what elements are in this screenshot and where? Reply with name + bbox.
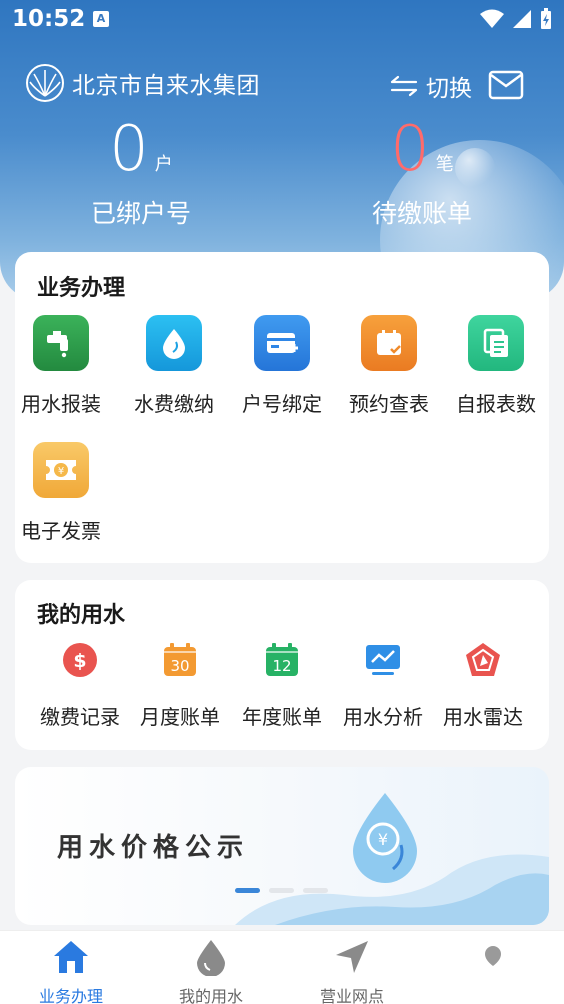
dollar-circle-icon: $	[60, 640, 100, 680]
my-water-title: 我的用水	[37, 603, 126, 628]
my-water-label: 月度账单	[140, 705, 220, 729]
switch-account-button[interactable]: 切换	[390, 69, 472, 103]
water-payment-records[interactable]: $ 缴费记录	[30, 640, 130, 730]
calendar-12-icon: 12	[262, 640, 302, 680]
pending-bills-count: 0	[390, 112, 430, 185]
service-label: 户号绑定	[242, 392, 322, 416]
notification-a-icon: A	[93, 11, 109, 27]
calendar-check-icon	[361, 315, 417, 371]
bound-accounts-count: 0	[109, 112, 149, 185]
tab-my-water[interactable]: 我的用水	[161, 937, 261, 1004]
status-time: 10:52	[12, 6, 86, 32]
monitor-chart-icon	[363, 640, 403, 680]
tab-label: 我的用水	[178, 987, 243, 1004]
service-label: 自报表数	[456, 392, 536, 416]
org-header: 北京市自来水集团	[26, 64, 260, 102]
mail-icon	[488, 70, 524, 100]
tab-business[interactable]: 业务办理	[21, 937, 121, 1004]
swap-arrows-icon	[390, 75, 418, 97]
service-label: 预约查表	[349, 392, 429, 416]
carousel-dot-active[interactable]	[235, 888, 260, 893]
my-water-label: 用水雷达	[443, 705, 523, 729]
my-water-card: 我的用水 $ 缴费记录 30 月度账单 12 年度账单 用水分析 用水雷达	[15, 580, 549, 750]
price-notice-banner[interactable]: 用水价格公示 ¥	[15, 767, 549, 925]
home-icon	[21, 937, 121, 977]
faucet-icon	[33, 315, 89, 371]
my-water-label: 年度账单	[242, 705, 322, 729]
battery-icon	[541, 8, 551, 29]
navigation-icon	[302, 937, 402, 977]
water-usage-analysis[interactable]: 用水分析	[333, 640, 433, 730]
service-e-invoice[interactable]: ¥ 电子发票	[7, 442, 115, 544]
service-bill-payment[interactable]: 水费缴纳	[120, 315, 228, 417]
calendar-day-text: 12	[272, 657, 291, 675]
svg-text:¥: ¥	[58, 466, 64, 477]
carousel-dot[interactable]	[269, 888, 294, 893]
pending-bills-label: 待缴账单	[371, 199, 472, 228]
ticket-yuan-icon: ¥	[33, 442, 89, 498]
tab-label: 营业网点	[319, 987, 384, 1004]
services-card: 业务办理 用水报装 水费缴纳 户号绑定 预约查表 自报表数 ¥ 电子发票	[15, 252, 549, 563]
service-self-report[interactable]: 自报表数	[442, 315, 550, 417]
card-add-icon	[254, 315, 310, 371]
pending-bills-unit: 笔	[435, 154, 454, 175]
water-usage-radar[interactable]: 用水雷达	[433, 640, 533, 730]
location-pin-icon	[443, 937, 543, 977]
carousel-dot[interactable]	[303, 888, 328, 893]
org-logo-icon	[26, 64, 64, 102]
water-drop-icon	[146, 315, 202, 371]
drop-icon	[161, 937, 261, 977]
banner-text: 用水价格公示	[57, 833, 250, 863]
bottom-tab-bar: 业务办理 我的用水 营业网点	[0, 930, 564, 1004]
cellular-signal-icon	[513, 10, 531, 28]
service-label: 用水报装	[21, 392, 101, 416]
service-label: 电子发票	[21, 519, 101, 543]
tab-service-outlets[interactable]: 营业网点	[302, 937, 402, 1004]
carousel-indicator[interactable]	[235, 888, 328, 893]
status-bar: 10:52 A	[0, 0, 564, 40]
service-water-install[interactable]: 用水报装	[7, 315, 115, 417]
message-button[interactable]	[488, 70, 524, 104]
water-annual-bill[interactable]: 12 年度账单	[232, 640, 332, 730]
wifi-icon	[480, 9, 504, 28]
org-name: 北京市自来水集团	[72, 73, 260, 99]
tab-label: 业务办理	[38, 987, 103, 1004]
tab-location[interactable]	[443, 937, 543, 983]
calendar-day-text: 30	[170, 657, 189, 675]
radar-pentagon-icon	[463, 640, 503, 680]
calendar-30-icon: 30	[160, 640, 200, 680]
service-label: 水费缴纳	[134, 392, 214, 416]
switch-label: 切换	[426, 76, 472, 102]
document-copy-icon	[468, 315, 524, 371]
bound-accounts-stat[interactable]: 0户 已绑户号	[86, 118, 196, 230]
my-water-label: 缴费记录	[40, 705, 120, 729]
water-drop-yuan-icon: ¥	[353, 793, 417, 883]
bound-accounts-label: 已绑户号	[90, 199, 191, 228]
svg-text:¥: ¥	[378, 830, 388, 849]
pending-bills-stat[interactable]: 0笔 待缴账单	[366, 118, 478, 230]
service-meter-appointment[interactable]: 预约查表	[335, 315, 443, 417]
my-water-label: 用水分析	[343, 705, 423, 729]
water-monthly-bill[interactable]: 30 月度账单	[130, 640, 230, 730]
svg-text:$: $	[73, 650, 86, 672]
services-title: 业务办理	[37, 276, 126, 301]
service-account-binding[interactable]: 户号绑定	[228, 315, 336, 417]
bound-accounts-unit: 户	[154, 154, 173, 175]
